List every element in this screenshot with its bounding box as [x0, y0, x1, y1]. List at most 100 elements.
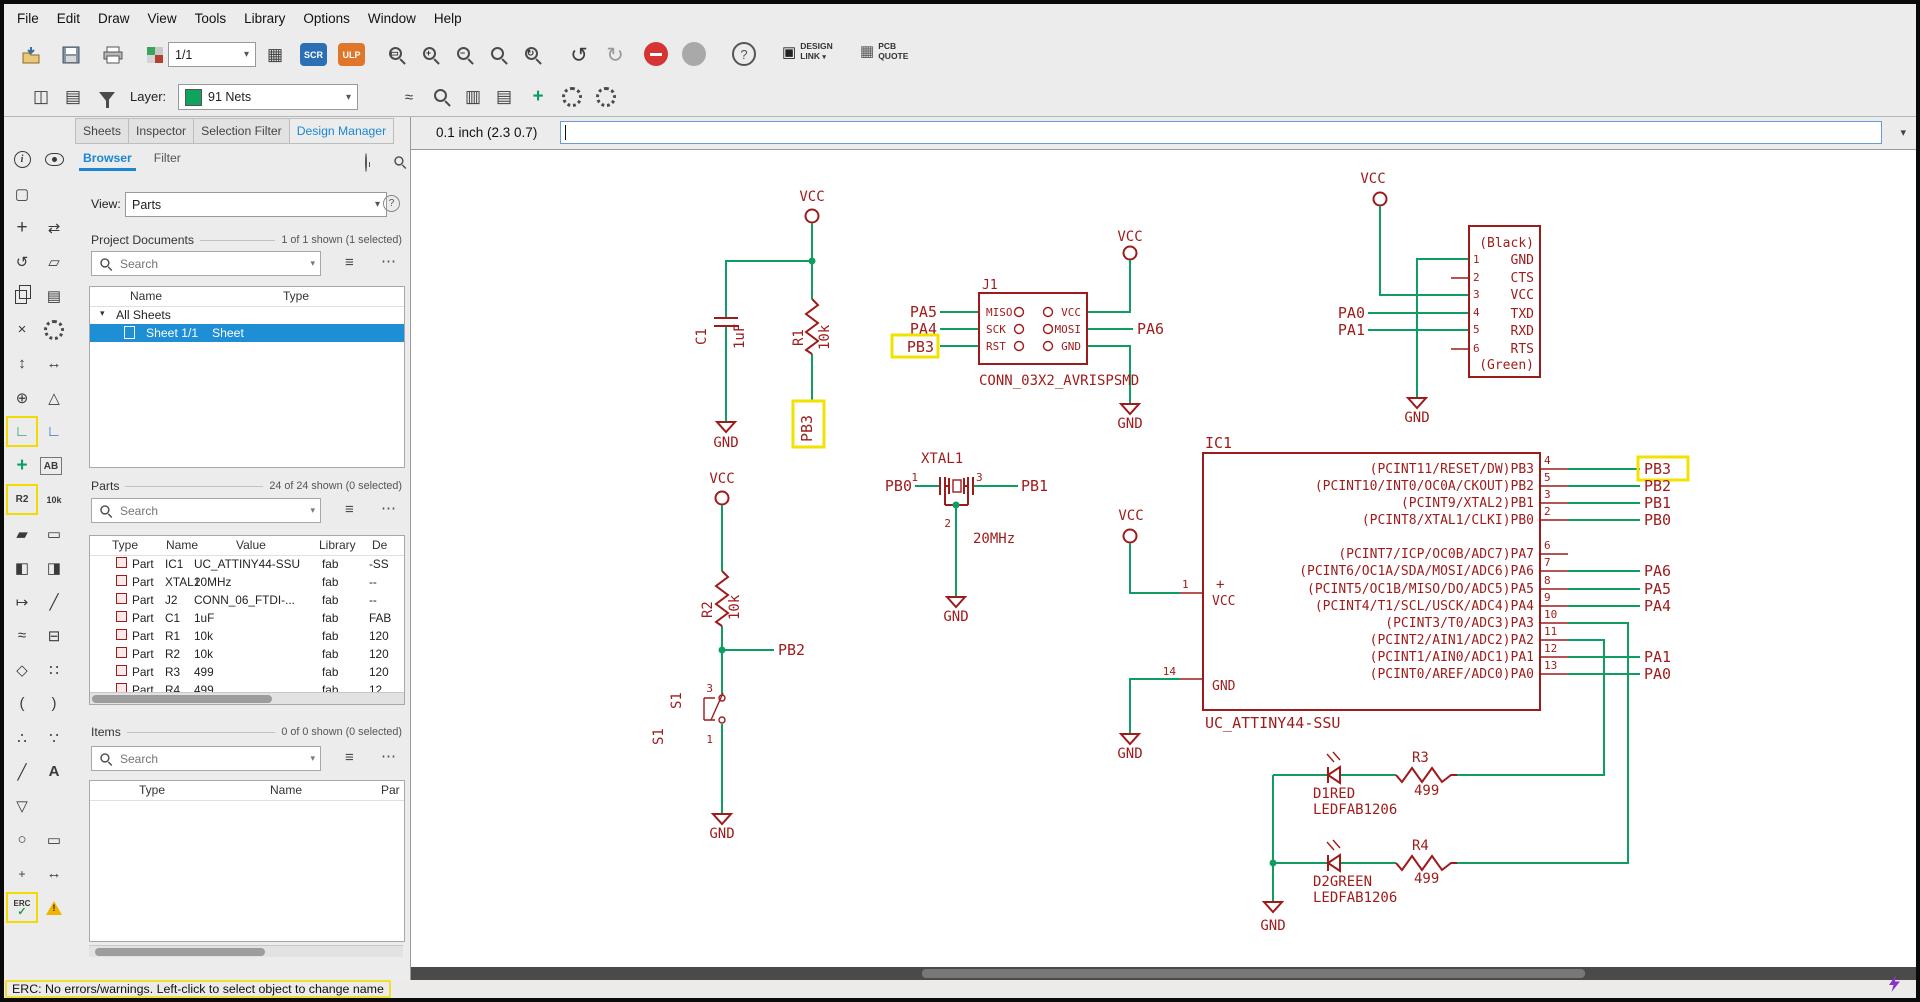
- dimension-tool-icon[interactable]: ↔: [40, 860, 68, 887]
- scr-button[interactable]: SCR: [300, 43, 327, 66]
- advanced-gear-icon[interactable]: [591, 82, 621, 112]
- print-icon[interactable]: [98, 40, 128, 70]
- net-wires[interactable]: [721, 505, 774, 814]
- gnd-symbol[interactable]: [714, 421, 738, 434]
- xtal1-crystal[interactable]: XTAL1 1 3 2 PB0 PB1 20MHz GND: [885, 451, 1048, 625]
- ulp-button[interactable]: ULP: [338, 43, 365, 66]
- miter-tool-icon[interactable]: ▭: [40, 520, 68, 547]
- net-label-pb0[interactable]: PB0: [1644, 511, 1671, 529]
- j1-device[interactable]: CONN_03X2_AVRISPSMD: [979, 373, 1139, 389]
- table-row[interactable]: Part R1 10k fab 120: [90, 627, 404, 645]
- menu-draw[interactable]: Draw: [89, 8, 139, 29]
- gnd-symbol[interactable]: [710, 813, 734, 826]
- r4-value[interactable]: 499: [1414, 871, 1439, 887]
- pin-icon[interactable]: [365, 153, 367, 172]
- vcc-symbol[interactable]: [1122, 245, 1138, 261]
- net-label-pb3[interactable]: PB3: [1644, 460, 1671, 478]
- gnd-label[interactable]: GND: [1404, 410, 1429, 426]
- rhombus-tool-icon[interactable]: ◇: [8, 656, 36, 683]
- ic1-power[interactable]: VCC GND: [1117, 508, 1180, 762]
- net-label-pa0[interactable]: PA0: [1644, 665, 1671, 683]
- paste-tool-icon[interactable]: ▤: [40, 282, 68, 309]
- move-tool-icon[interactable]: +: [8, 214, 36, 241]
- s1-name[interactable]: S1: [669, 692, 685, 709]
- menu-view[interactable]: View: [139, 8, 186, 29]
- items-search[interactable]: ▾: [91, 746, 321, 771]
- c1-name[interactable]: C1: [694, 328, 710, 345]
- j1-name[interactable]: J1: [982, 278, 998, 293]
- net-label-pb1[interactable]: PB1: [1021, 477, 1048, 495]
- overflow-menu-icon[interactable]: ⋯: [381, 252, 396, 270]
- table-row[interactable]: Part R3 499 fab 120: [90, 663, 404, 681]
- gnd-symbol[interactable]: [1118, 733, 1142, 746]
- gnd-label[interactable]: GND: [709, 826, 734, 842]
- group-tool-icon[interactable]: ▱: [40, 248, 68, 275]
- net-label-pb1[interactable]: PB1: [1644, 494, 1671, 512]
- arc-left-tool-icon[interactable]: (: [8, 690, 36, 717]
- zoom-select-icon[interactable]: [484, 40, 514, 70]
- help-icon[interactable]: ?: [732, 42, 756, 66]
- value-tool-icon[interactable]: 10k: [40, 486, 68, 513]
- grid-icon[interactable]: ▦: [260, 40, 290, 70]
- j1-connector[interactable]: VCC J1 MISO SCK RST VCC MOSI GND PA5 PA4…: [890, 229, 1164, 432]
- subtab-browser[interactable]: Browser: [79, 149, 136, 171]
- net-label-pa5[interactable]: PA5: [1644, 580, 1671, 598]
- redo-icon[interactable]: ↻: [600, 40, 630, 70]
- tab-design-manager[interactable]: Design Manager: [289, 118, 395, 144]
- gnd-symbol[interactable]: [1405, 397, 1429, 410]
- tree-expand-icon[interactable]: ▾: [100, 308, 105, 319]
- net-label-pa1[interactable]: PA1: [1644, 648, 1671, 666]
- net-label-pa0[interactable]: PA0: [1338, 304, 1365, 322]
- switch-s1[interactable]: [703, 692, 724, 721]
- sch-brd-icon[interactable]: [140, 40, 170, 70]
- lightning-icon[interactable]: [1887, 975, 1902, 997]
- filter-icon[interactable]: [92, 82, 122, 112]
- schematic-svg[interactable]: VCC C1 1uF GND R1 10k PB3 VCC J1 MISO SC…: [410, 149, 1916, 967]
- led-circuits[interactable]: R3 499 D1RED LEDFAB1206 R4 499 D2GREEN L…: [1260, 750, 1457, 934]
- net-label-pa5[interactable]: PA5: [910, 303, 937, 321]
- items-search-input[interactable]: [118, 750, 308, 767]
- layer-selector[interactable]: 91 Nets ▾: [178, 84, 358, 110]
- r1-value[interactable]: 10k: [817, 324, 833, 350]
- menu-library[interactable]: Library: [235, 8, 294, 29]
- tab-sheets[interactable]: Sheets: [75, 118, 129, 144]
- grid-dots-icon[interactable]: ▥: [458, 82, 488, 112]
- select-tool-icon[interactable]: ▢: [8, 180, 36, 207]
- invoke-tool-icon[interactable]: ◨: [40, 554, 68, 581]
- r2-s1-branch[interactable]: VCC R2 10k PB2 3 1 S1 S1 GND: [651, 471, 805, 842]
- list-view-icon[interactable]: ≡: [345, 254, 354, 271]
- ic1-name[interactable]: IC1: [1205, 434, 1232, 452]
- rect-tool-icon[interactable]: ▭: [40, 826, 68, 853]
- grid-settings-icon[interactable]: ▤: [58, 82, 88, 112]
- swap-vertical-icon[interactable]: ↕: [8, 350, 36, 377]
- r4-name[interactable]: R4: [1412, 838, 1429, 854]
- tab-selection-filter[interactable]: Selection Filter: [194, 118, 290, 144]
- table-row[interactable]: Part R2 10k fab 120: [90, 645, 404, 663]
- net-label-pa1[interactable]: PA1: [1338, 321, 1365, 339]
- net-label-pa6[interactable]: PA6: [1137, 320, 1164, 338]
- net-label-pb0[interactable]: PB0: [885, 477, 912, 495]
- junction-tool-icon[interactable]: +: [8, 452, 36, 479]
- dots-tool-icon[interactable]: ∴: [8, 724, 36, 751]
- zoom-fit-icon[interactable]: ▭: [382, 40, 412, 70]
- split-tool-icon[interactable]: ◧: [8, 554, 36, 581]
- menu-file[interactable]: File: [8, 8, 48, 29]
- delete-tool-icon[interactable]: ×: [8, 316, 36, 343]
- ic1-device[interactable]: UC_ATTINY44-SSU: [1205, 714, 1340, 732]
- table-row[interactable]: Part J2 CONN_06_FTDI-... fab --: [90, 591, 404, 609]
- gnd-label[interactable]: GND: [1260, 918, 1285, 934]
- menu-window[interactable]: Window: [359, 8, 425, 29]
- gnd-symbol[interactable]: [944, 596, 968, 609]
- r2-name[interactable]: R2: [700, 601, 716, 618]
- label-tool-icon[interactable]: AB: [40, 457, 62, 475]
- gnd-label[interactable]: GND: [1117, 416, 1142, 432]
- d1-device[interactable]: LEDFAB1206: [1313, 802, 1397, 818]
- array-tool-icon[interactable]: ∷: [40, 656, 68, 683]
- signal-tool-icon[interactable]: ≈: [8, 622, 36, 649]
- power-c1-r1-branch[interactable]: VCC C1 1uF GND R1 10k PB3: [694, 189, 833, 451]
- zoom-redraw-icon[interactable]: ↻: [518, 40, 548, 70]
- net-wires[interactable]: [1368, 206, 1469, 398]
- net-label-pb2[interactable]: PB2: [1644, 477, 1671, 495]
- parts-search[interactable]: ▾: [91, 498, 321, 523]
- erc-warning-icon[interactable]: [40, 894, 68, 921]
